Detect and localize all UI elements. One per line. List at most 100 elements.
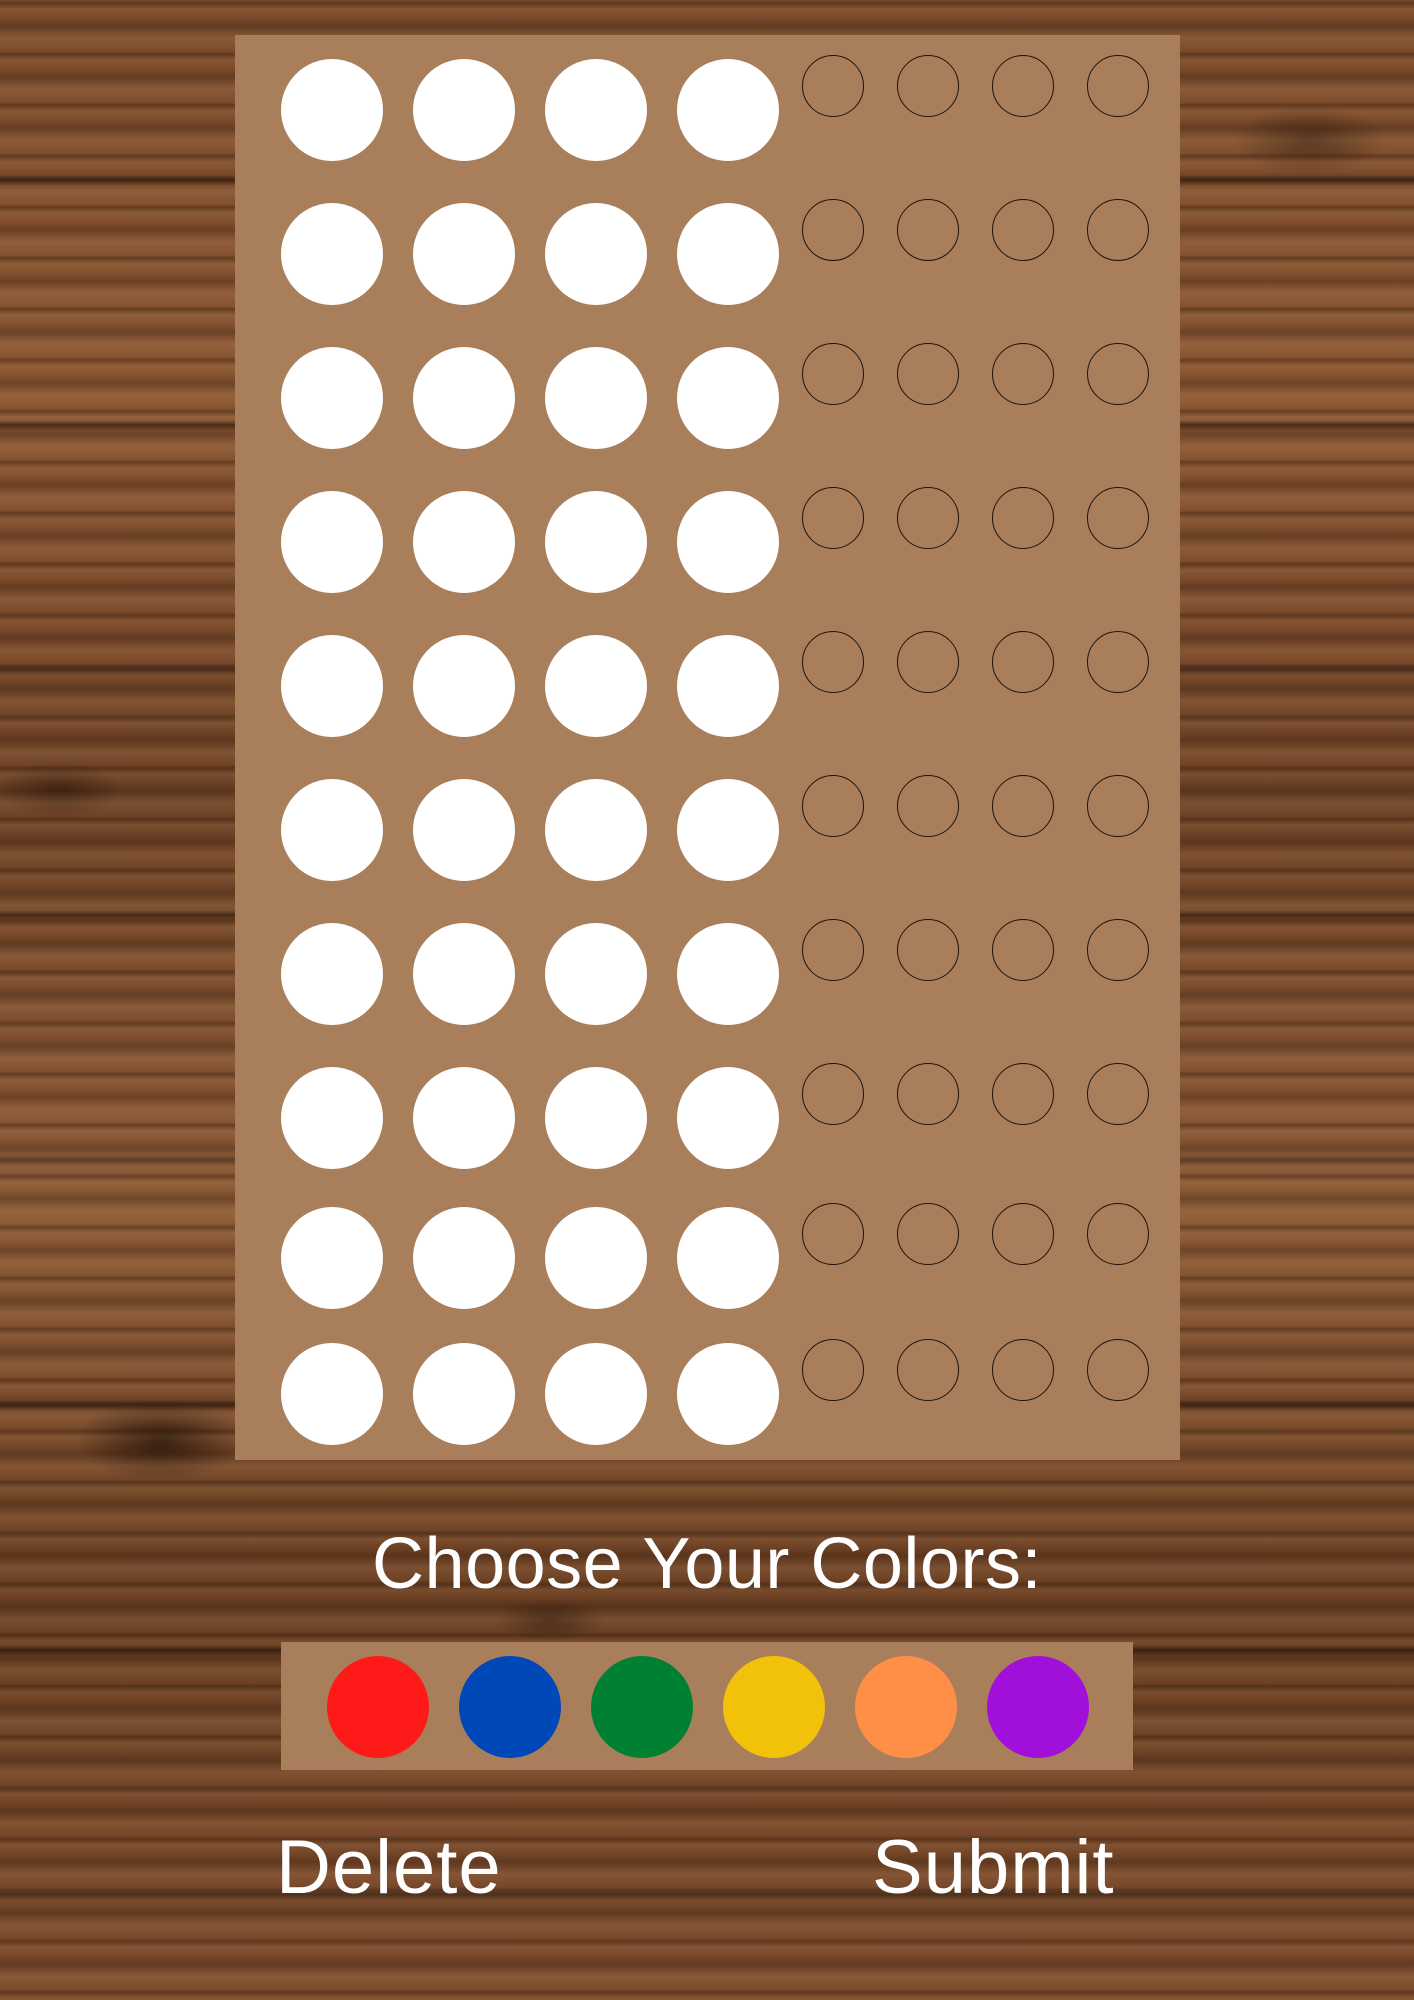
hint-peg-slot [802, 919, 864, 981]
hint-peg-slot [992, 919, 1054, 981]
hint-peg-slot [897, 343, 959, 405]
hint-peg-slot [897, 55, 959, 117]
hint-peg-slot [897, 199, 959, 261]
guess-peg-slot[interactable] [281, 59, 383, 161]
game-board [235, 35, 1180, 1460]
guess-peg-slot[interactable] [677, 59, 779, 161]
guess-peg-slot[interactable] [677, 1343, 779, 1445]
guess-peg-slot[interactable] [677, 635, 779, 737]
hint-peg-slot [1087, 1203, 1149, 1265]
hint-peg-slot [992, 1203, 1054, 1265]
guess-peg-slot[interactable] [677, 923, 779, 1025]
hint-peg-slot [1087, 55, 1149, 117]
color-swatch-purple[interactable] [987, 1656, 1089, 1758]
guess-peg-slot[interactable] [545, 59, 647, 161]
hint-peg-slot [992, 1339, 1054, 1401]
hint-peg-slot [1087, 775, 1149, 837]
hint-peg-slot [802, 343, 864, 405]
hint-peg-slot [897, 919, 959, 981]
hint-peg-slot [897, 1339, 959, 1401]
guess-peg-slot[interactable] [281, 635, 383, 737]
guess-peg-slot[interactable] [413, 1343, 515, 1445]
guess-peg-slot[interactable] [545, 1343, 647, 1445]
guess-peg-slot[interactable] [281, 203, 383, 305]
hint-peg-slot [992, 199, 1054, 261]
color-swatch-yellow[interactable] [723, 1656, 825, 1758]
hint-peg-slot [897, 487, 959, 549]
guess-peg-slot[interactable] [413, 923, 515, 1025]
guess-peg-slot[interactable] [677, 1067, 779, 1169]
guess-peg-slot[interactable] [413, 779, 515, 881]
hint-peg-slot [897, 775, 959, 837]
hint-peg-slot [802, 1063, 864, 1125]
hint-peg-slot [1087, 199, 1149, 261]
guess-peg-slot[interactable] [281, 923, 383, 1025]
guess-peg-slot[interactable] [677, 779, 779, 881]
hint-peg-slot [802, 199, 864, 261]
guess-peg-slot[interactable] [545, 347, 647, 449]
hint-peg-slot [802, 55, 864, 117]
hint-peg-slot [992, 343, 1054, 405]
guess-peg-slot[interactable] [413, 59, 515, 161]
guess-peg-slot[interactable] [413, 1207, 515, 1309]
guess-row [235, 55, 1180, 165]
guess-row [235, 487, 1180, 597]
hint-peg-slot [897, 631, 959, 693]
guess-peg-slot[interactable] [413, 203, 515, 305]
hint-peg-slot [1087, 1339, 1149, 1401]
guess-peg-slot[interactable] [545, 779, 647, 881]
hint-peg-slot [1087, 343, 1149, 405]
guess-peg-slot[interactable] [281, 1207, 383, 1309]
hint-peg-slot [802, 1339, 864, 1401]
guess-peg-slot[interactable] [281, 347, 383, 449]
delete-button[interactable]: Delete [276, 1822, 502, 1914]
guess-peg-slot[interactable] [677, 203, 779, 305]
color-swatch-orange[interactable] [855, 1656, 957, 1758]
hint-peg-slot [1087, 919, 1149, 981]
guess-peg-slot[interactable] [413, 347, 515, 449]
hint-peg-slot [897, 1063, 959, 1125]
guess-peg-slot[interactable] [677, 491, 779, 593]
color-swatch-red[interactable] [327, 1656, 429, 1758]
guess-peg-slot[interactable] [281, 491, 383, 593]
hint-peg-slot [802, 775, 864, 837]
guess-peg-slot[interactable] [413, 491, 515, 593]
guess-peg-slot[interactable] [545, 1207, 647, 1309]
guess-row [235, 199, 1180, 309]
choose-colors-prompt: Choose Your Colors: [372, 1524, 1042, 1604]
guess-peg-slot[interactable] [545, 203, 647, 305]
guess-peg-slot[interactable] [677, 347, 779, 449]
color-swatch-green[interactable] [591, 1656, 693, 1758]
guess-row [235, 1339, 1180, 1449]
hint-peg-slot [992, 775, 1054, 837]
guess-row [235, 343, 1180, 453]
guess-row [235, 1063, 1180, 1173]
guess-peg-slot[interactable] [545, 1067, 647, 1169]
hint-peg-slot [992, 487, 1054, 549]
hint-peg-slot [1087, 631, 1149, 693]
hint-peg-slot [1087, 1063, 1149, 1125]
guess-peg-slot[interactable] [413, 1067, 515, 1169]
guess-peg-slot[interactable] [545, 635, 647, 737]
color-palette [281, 1642, 1133, 1770]
hint-peg-slot [802, 487, 864, 549]
guess-peg-slot[interactable] [281, 779, 383, 881]
guess-peg-slot[interactable] [677, 1207, 779, 1309]
guess-row [235, 775, 1180, 885]
submit-button[interactable]: Submit [872, 1822, 1115, 1914]
guess-peg-slot[interactable] [281, 1067, 383, 1169]
guess-row [235, 631, 1180, 741]
color-swatch-blue[interactable] [459, 1656, 561, 1758]
hint-peg-slot [1087, 487, 1149, 549]
hint-peg-slot [897, 1203, 959, 1265]
guess-peg-slot[interactable] [281, 1343, 383, 1445]
hint-peg-slot [802, 1203, 864, 1265]
hint-peg-slot [992, 55, 1054, 117]
hint-peg-slot [992, 1063, 1054, 1125]
guess-row [235, 1203, 1180, 1313]
guess-peg-slot[interactable] [545, 923, 647, 1025]
guess-row [235, 919, 1180, 1029]
guess-peg-slot[interactable] [545, 491, 647, 593]
hint-peg-slot [992, 631, 1054, 693]
guess-peg-slot[interactable] [413, 635, 515, 737]
